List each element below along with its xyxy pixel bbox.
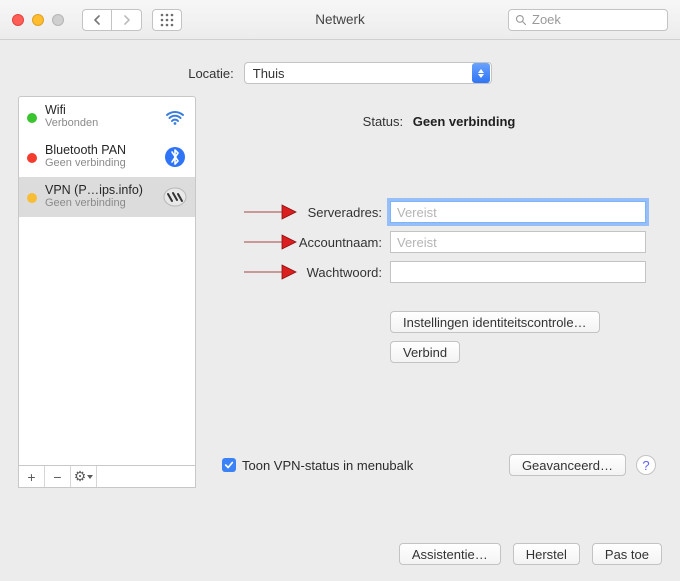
- server-row: Serveradres:: [222, 201, 656, 223]
- sidebar-item-wifi[interactable]: Wifi Verbonden: [19, 97, 195, 137]
- status-label: Status:: [363, 114, 403, 129]
- account-row: Accountnaam:: [222, 231, 656, 253]
- content-pane: Status: Geen verbinding Serveradres: Acc…: [212, 96, 664, 488]
- forward-button[interactable]: [112, 9, 142, 31]
- remove-service-button[interactable]: −: [45, 466, 71, 487]
- location-label: Locatie:: [188, 66, 234, 81]
- show-all-button[interactable]: [152, 9, 182, 31]
- status-value: Geen verbinding: [413, 114, 516, 129]
- plus-icon: +: [27, 469, 35, 485]
- sidebar-footer: + − ⚙: [19, 465, 195, 487]
- search-field[interactable]: [508, 9, 668, 31]
- search-input[interactable]: [532, 12, 661, 27]
- action-buttons: Instellingen identiteitscontrole… Verbin…: [390, 311, 656, 363]
- titlebar: Netwerk: [0, 0, 680, 40]
- service-status: Verbonden: [45, 117, 155, 130]
- maximize-icon[interactable]: [52, 14, 64, 26]
- password-row: Wachtwoord:: [222, 261, 656, 283]
- help-button[interactable]: ?: [636, 455, 656, 475]
- show-vpn-checkbox[interactable]: Toon VPN-status in menubalk: [222, 458, 413, 473]
- apply-button[interactable]: Pas toe: [592, 543, 662, 565]
- back-button[interactable]: [82, 9, 112, 31]
- service-name: Bluetooth PAN: [45, 143, 155, 157]
- nav-back-forward: [82, 9, 142, 31]
- advanced-button[interactable]: Geavanceerd…: [509, 454, 626, 476]
- minimize-icon[interactable]: [32, 14, 44, 26]
- status-dot-icon: [27, 153, 37, 163]
- service-sidebar: Wifi Verbonden Bluetooth PAN Geen verbin…: [18, 96, 196, 488]
- location-row: Locatie: Thuis: [0, 40, 680, 96]
- revert-button[interactable]: Herstel: [513, 543, 580, 565]
- checkbox-label: Toon VPN-status in menubalk: [242, 458, 413, 473]
- location-value: Thuis: [253, 66, 472, 81]
- grid-icon: [160, 13, 174, 27]
- account-label: Accountnaam:: [222, 235, 390, 250]
- chevron-left-icon: [93, 15, 101, 25]
- service-actions-button[interactable]: ⚙: [71, 466, 97, 487]
- traffic-lights: [12, 14, 64, 26]
- status-dot-icon: [27, 193, 37, 203]
- service-status: Geen verbinding: [45, 157, 155, 170]
- password-input[interactable]: [390, 261, 646, 283]
- status-dot-icon: [27, 113, 37, 123]
- wifi-icon: [163, 105, 187, 129]
- close-icon[interactable]: [12, 14, 24, 26]
- assist-button[interactable]: Assistentie…: [399, 543, 501, 565]
- server-input[interactable]: [390, 201, 646, 223]
- service-text: VPN (P…ips.info) Geen verbinding: [45, 183, 155, 210]
- vpn-icon: [163, 185, 187, 209]
- gear-icon: ⚙: [74, 468, 87, 485]
- status-row: Status: Geen verbinding: [222, 114, 656, 129]
- location-select[interactable]: Thuis: [244, 62, 492, 84]
- account-input[interactable]: [390, 231, 646, 253]
- auth-settings-button[interactable]: Instellingen identiteitscontrole…: [390, 311, 600, 333]
- content-bottom-row: Toon VPN-status in menubalk Geavanceerd……: [222, 454, 656, 476]
- chevron-right-icon: [123, 15, 131, 25]
- search-icon: [515, 14, 527, 26]
- service-list: Wifi Verbonden Bluetooth PAN Geen verbin…: [19, 97, 195, 465]
- service-text: Wifi Verbonden: [45, 103, 155, 130]
- bluetooth-icon: [163, 145, 187, 169]
- help-icon: ?: [642, 458, 649, 473]
- chevron-down-icon: [87, 475, 93, 479]
- password-label: Wachtwoord:: [222, 265, 390, 280]
- checkbox-icon: [222, 458, 236, 472]
- server-label: Serveradres:: [222, 205, 390, 220]
- sidebar-item-vpn[interactable]: VPN (P…ips.info) Geen verbinding: [19, 177, 195, 217]
- main-split: Wifi Verbonden Bluetooth PAN Geen verbin…: [0, 96, 680, 488]
- select-arrows-icon: [472, 63, 490, 83]
- sidebar-item-bluetooth[interactable]: Bluetooth PAN Geen verbinding: [19, 137, 195, 177]
- window-footer: Assistentie… Herstel Pas toe: [399, 543, 662, 565]
- service-name: Wifi: [45, 103, 155, 117]
- service-name: VPN (P…ips.info): [45, 183, 155, 197]
- service-status: Geen verbinding: [45, 197, 155, 210]
- service-text: Bluetooth PAN Geen verbinding: [45, 143, 155, 170]
- connect-button[interactable]: Verbind: [390, 341, 460, 363]
- add-service-button[interactable]: +: [19, 466, 45, 487]
- minus-icon: −: [53, 469, 61, 485]
- sidebar-footer-spacer: [97, 466, 195, 487]
